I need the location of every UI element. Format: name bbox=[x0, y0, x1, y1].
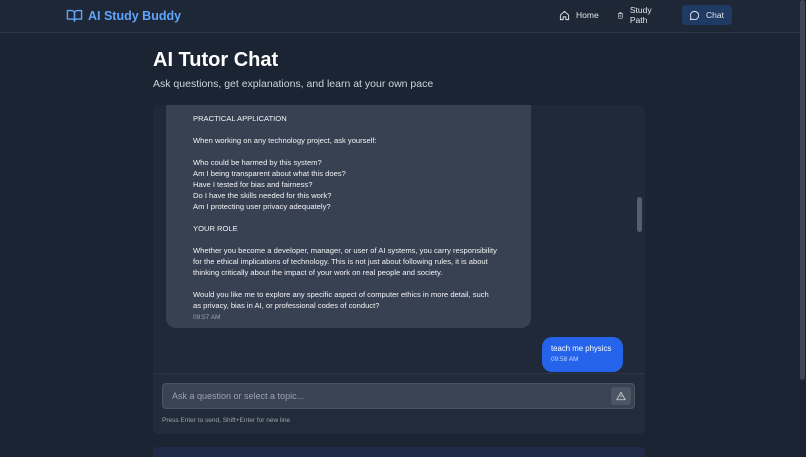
assistant-message: PRACTICAL APPLICATION When working on any… bbox=[166, 105, 531, 328]
nav-study-path-link[interactable]: Study Path bbox=[610, 5, 663, 25]
line-break bbox=[193, 234, 519, 245]
send-button[interactable] bbox=[611, 387, 631, 405]
message-list-scrollbar[interactable] bbox=[637, 197, 642, 232]
message-input[interactable] bbox=[163, 384, 603, 408]
message-timestamp: 09:57 AM bbox=[193, 314, 221, 321]
open-book-icon bbox=[66, 9, 83, 22]
assistant-message-line: Do I have the skills needed for this wor… bbox=[193, 191, 332, 200]
nav-chat-link[interactable]: Chat bbox=[682, 5, 732, 25]
top-navigation-bar: AI Study Buddy Home Study Path Chat bbox=[0, 0, 800, 33]
assistant-message-line: thinking critically about the impact of … bbox=[193, 268, 443, 277]
assistant-message-line: YOUR ROLE bbox=[193, 224, 238, 233]
page-subtitle: Ask questions, get explanations, and lea… bbox=[153, 78, 434, 90]
assistant-message-line: PRACTICAL APPLICATION bbox=[193, 114, 287, 123]
assistant-message-line: Am I being transparent about what this d… bbox=[193, 169, 346, 178]
nav-home-link[interactable]: Home bbox=[552, 5, 606, 25]
page-scrollbar-thumb[interactable] bbox=[800, 0, 805, 380]
nav-chat-label: Chat bbox=[706, 10, 724, 20]
chat-panel: PRACTICAL APPLICATION When working on any… bbox=[153, 105, 645, 434]
line-break bbox=[193, 212, 519, 223]
home-icon bbox=[559, 10, 570, 20]
message-list[interactable]: PRACTICAL APPLICATION When working on any… bbox=[153, 105, 645, 373]
user-message: teach me physics 09:58 AM bbox=[542, 337, 623, 372]
assistant-message-line: Have I tested for bias and fairness? bbox=[193, 180, 313, 189]
brand-title: AI Study Buddy bbox=[88, 8, 182, 23]
message-input-box bbox=[162, 383, 635, 409]
bottom-panel-edge bbox=[153, 447, 645, 457]
assistant-message-line: for the ethical implications of technolo… bbox=[193, 257, 488, 266]
input-hint: Press Enter to send, Shift+Enter for new… bbox=[162, 417, 291, 424]
nav-study-path-label: Study Path bbox=[629, 5, 652, 25]
user-message-text: teach me physics bbox=[551, 344, 612, 353]
line-break bbox=[193, 146, 519, 157]
send-icon bbox=[616, 391, 626, 401]
brand-logo[interactable]: AI Study Buddy bbox=[66, 7, 181, 24]
assistant-message-line: Who could be harmed by this system? bbox=[193, 158, 322, 167]
message-timestamp: 09:58 AM bbox=[551, 356, 579, 363]
assistant-message-text: PRACTICAL APPLICATION When working on any… bbox=[193, 113, 519, 311]
chat-bubble-icon bbox=[689, 10, 700, 20]
line-break bbox=[193, 124, 519, 135]
assistant-message-line: Would you like me to explore any specifi… bbox=[193, 290, 489, 299]
page-title: AI Tutor Chat bbox=[153, 49, 279, 71]
line-break bbox=[193, 278, 519, 289]
assistant-message-line: Am I protecting user privacy adequately? bbox=[193, 202, 331, 211]
assistant-message-line: When working on any technology project, … bbox=[193, 136, 377, 145]
assistant-message-line: as privacy, bias in AI, or professional … bbox=[193, 301, 380, 310]
nav-home-label: Home bbox=[576, 10, 599, 20]
assistant-message-line: Whether you become a developer, manager,… bbox=[193, 246, 497, 255]
clipboard-icon bbox=[618, 11, 623, 19]
composer: Press Enter to send, Shift+Enter for new… bbox=[153, 373, 645, 434]
